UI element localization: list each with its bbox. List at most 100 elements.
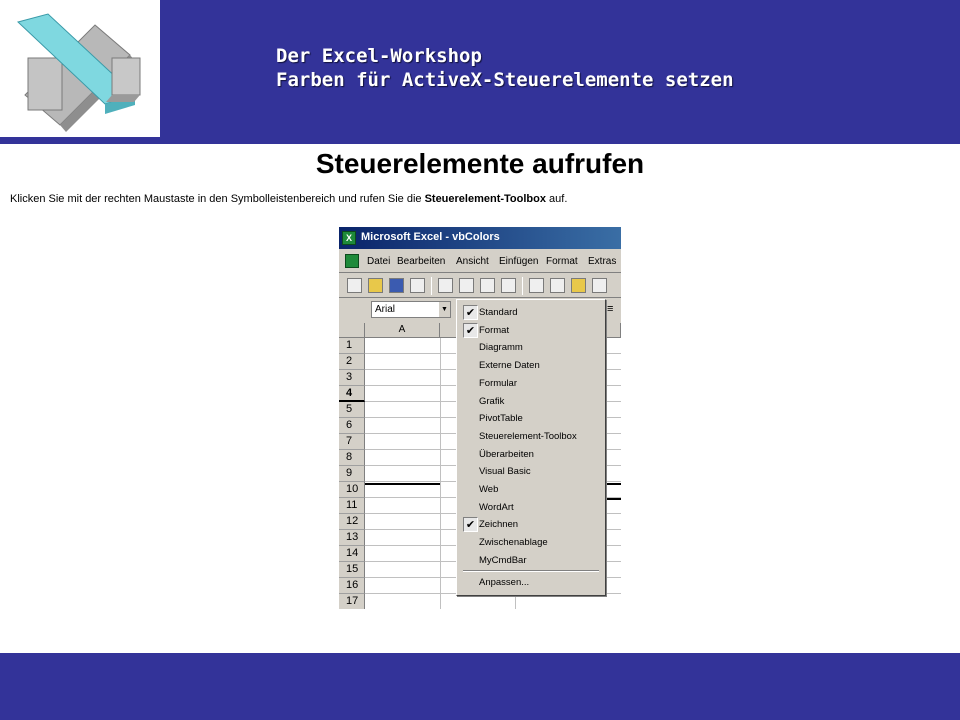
menu-datei[interactable]: Datei (367, 256, 390, 267)
mail-icon[interactable] (410, 278, 425, 293)
row-header[interactable]: 11 (339, 498, 365, 514)
menu-item-label: Zwischenablage (479, 537, 548, 549)
save-icon[interactable] (389, 278, 404, 293)
row-header[interactable]: 10 (339, 482, 365, 498)
cell-border (606, 483, 621, 485)
print-icon[interactable] (438, 278, 453, 293)
menu-item[interactable]: ✔ Format (461, 322, 601, 339)
menu-item-label: PivotTable (479, 413, 523, 425)
chevron-down-icon[interactable]: ▼ (439, 302, 450, 317)
header-subtitle: Farben für ActiveX-Steuerelemente setzen (276, 69, 734, 91)
row-header[interactable]: 3 (339, 370, 365, 386)
logo-container (0, 0, 160, 140)
row-header[interactable]: 7 (339, 434, 365, 450)
menu-item[interactable]: ✔ Zeichnen (461, 516, 601, 533)
checkmark-icon: ✔ (463, 517, 478, 533)
row-header[interactable]: 16 (339, 578, 365, 594)
row-header[interactable]: 5 (339, 402, 365, 418)
footer-bar (0, 653, 960, 720)
row-header[interactable]: 17 (339, 594, 365, 609)
menu-separator (463, 570, 599, 572)
instruction-highlight: Steuerelement-Toolbox (424, 193, 546, 205)
menu-item-label: Zeichnen (479, 519, 519, 531)
menu-item[interactable]: Überarbeiten (461, 446, 601, 463)
open-folder-icon[interactable] (368, 278, 383, 293)
align-icon[interactable]: ≡ (607, 303, 613, 315)
menu-item-label: Format (479, 324, 510, 336)
window-title: Microsoft Excel - vbColors (361, 231, 500, 243)
workbook-icon[interactable] (345, 254, 359, 268)
instruction-prefix: Klicken Sie mit der rechten Maustaste in… (10, 193, 425, 205)
slide-title: Steuerelemente aufrufen (315, 148, 645, 179)
menu-item-label: Steuerelement-Toolbox (479, 430, 577, 442)
menu-item[interactable]: MyCmdBar (461, 552, 601, 569)
toolbar-context-menu: ✔ Standard ✔ Format Diagramm Externe Daten For… (456, 299, 606, 596)
excel-titlebar: X Microsoft Excel - vbColors (339, 227, 621, 249)
toolbar-separator (522, 277, 523, 295)
menu-item-label: Externe Daten (479, 360, 540, 372)
grid-line (440, 338, 441, 609)
menu-item[interactable]: ✔ Standard (461, 304, 601, 321)
row-header[interactable]: 8 (339, 450, 365, 466)
spellcheck-icon[interactable] (501, 278, 516, 293)
checkmark-icon: ✔ (463, 305, 478, 320)
menu-einfuegen[interactable]: Einfügen (499, 256, 538, 267)
instruction-suffix: auf. (546, 193, 568, 205)
header-divider (0, 140, 960, 144)
standard-toolbar (339, 274, 621, 298)
menu-item-label: Web (479, 484, 499, 495)
checkmark-icon: ✔ (463, 322, 478, 338)
column-header-a[interactable]: A (365, 323, 440, 338)
menu-item[interactable]: Steuerelement-Toolbox (461, 428, 601, 445)
menu-extras[interactable]: Extras (588, 256, 616, 267)
toolbar-separator (431, 277, 432, 295)
row-header[interactable]: 14 (339, 546, 365, 562)
row-header[interactable]: 13 (339, 530, 365, 546)
excel-app-icon: X (342, 231, 356, 245)
menu-format[interactable]: Format (546, 256, 578, 267)
format-painter-icon[interactable] (592, 278, 607, 293)
menu-item-label: Überarbeiten (479, 448, 534, 460)
header-title: Der Excel-Workshop (276, 45, 482, 67)
menu-item[interactable]: Diagramm (461, 339, 601, 356)
preview-icon[interactable] (480, 278, 495, 293)
print-preview-icon[interactable] (459, 278, 474, 293)
menu-item-label: Standard (479, 307, 518, 318)
menu-bar: Datei Bearbeiten Ansicht Einfügen Format… (339, 251, 621, 273)
menu-item[interactable]: Grafik (461, 393, 601, 410)
row-header[interactable]: 6 (339, 418, 365, 434)
menu-item-label: WordArt (479, 501, 514, 513)
menu-bearbeiten[interactable]: Bearbeiten (397, 256, 445, 267)
menu-item-label: Grafik (479, 395, 505, 407)
active-cell-border (365, 483, 440, 485)
row-header[interactable]: 15 (339, 562, 365, 578)
menu-item-label: Formular (479, 377, 518, 389)
row-header[interactable]: 9 (339, 466, 365, 482)
menu-item[interactable]: WordArt (461, 499, 601, 516)
new-file-icon[interactable] (347, 278, 362, 293)
excel-x-logo-icon (17, 13, 141, 132)
row-header[interactable]: 12 (339, 514, 365, 530)
menu-item-label: Visual Basic (479, 466, 531, 478)
header-text: Der Excel-Workshop Farben für ActiveX-St… (276, 44, 734, 92)
row-header[interactable]: 2 (339, 354, 365, 370)
cell-border (606, 498, 621, 500)
paste-icon[interactable] (571, 278, 586, 293)
menu-item[interactable]: Visual Basic (461, 463, 601, 480)
menu-item[interactable]: Web (461, 481, 601, 498)
menu-ansicht[interactable]: Ansicht (456, 256, 489, 267)
copy-icon[interactable] (550, 278, 565, 293)
menu-item-anpassen[interactable]: Anpassen... (461, 574, 601, 591)
select-all-corner[interactable] (339, 323, 365, 338)
menu-item-label: MyCmdBar (479, 554, 527, 566)
menu-item[interactable]: Zwischenablage (461, 534, 601, 551)
menu-item-label: Diagramm (479, 342, 523, 354)
menu-item[interactable]: Externe Daten (461, 357, 601, 374)
menu-item[interactable]: Formular (461, 375, 601, 392)
instruction-text: Klicken Sie mit der rechten Maustaste in… (10, 193, 567, 205)
cut-icon[interactable] (529, 278, 544, 293)
row-header[interactable]: 4 (339, 386, 365, 402)
row-header[interactable]: 1 (339, 338, 365, 354)
menu-item[interactable]: PivotTable (461, 410, 601, 427)
excel-screenshot: X Microsoft Excel - vbColors Datei Bearb… (339, 227, 621, 609)
